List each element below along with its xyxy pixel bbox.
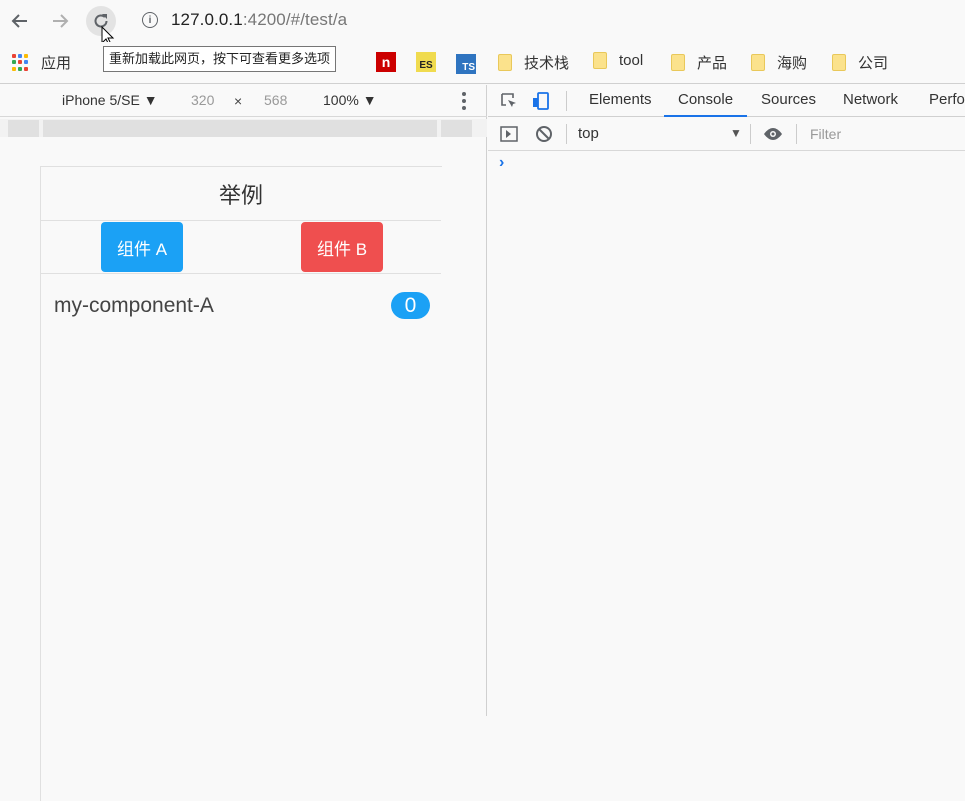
toolbar-separator bbox=[796, 124, 797, 144]
address-bar[interactable]: 127.0.0.1:4200/#/test/a bbox=[171, 10, 347, 30]
ruler-segment[interactable] bbox=[8, 120, 39, 137]
es-logo-icon: ES bbox=[416, 52, 436, 72]
n-logo-icon: n bbox=[376, 52, 396, 72]
bookmark-folder-tool[interactable]: tool bbox=[593, 52, 643, 69]
emulated-viewport: 举例 组件 A 组件 B my-component-A 0 bbox=[40, 166, 442, 801]
folder-icon bbox=[498, 54, 512, 71]
more-options-icon[interactable] bbox=[462, 92, 466, 110]
dimension-separator: × bbox=[234, 93, 243, 109]
device-emulator-pane: iPhone 5/SE ▼ 320 × 568 100% ▼ 举例 组件 A 组… bbox=[0, 85, 487, 801]
tab-elements[interactable]: Elements bbox=[589, 91, 652, 108]
bookmark-ts[interactable]: TS bbox=[456, 54, 476, 74]
devtools-tab-bar: Elements Console Sources Network Perfo bbox=[488, 85, 965, 117]
tab-console[interactable]: Console bbox=[663, 91, 748, 117]
toolbar-separator bbox=[566, 124, 567, 144]
bookmark-folder-chanpin[interactable]: 产品 bbox=[671, 52, 727, 73]
folder-icon bbox=[593, 52, 607, 69]
page-title: 举例 bbox=[41, 167, 441, 221]
count-badge: 0 bbox=[391, 292, 430, 319]
device-height-input[interactable]: 568 bbox=[264, 92, 287, 108]
component-label: my-component-A bbox=[54, 294, 214, 317]
site-info-icon[interactable]: i bbox=[142, 12, 158, 28]
folder-icon bbox=[751, 54, 765, 71]
tab-sources[interactable]: Sources bbox=[761, 91, 816, 108]
folder-icon bbox=[832, 54, 846, 71]
context-select[interactable]: top bbox=[578, 125, 599, 142]
console-toolbar: top ▼ Filter bbox=[488, 117, 965, 151]
reload-tooltip: 重新加载此网页，按下可查看更多选项 bbox=[103, 46, 337, 72]
url-host: 127.0.0.1 bbox=[171, 10, 243, 29]
apps-grid-icon bbox=[12, 53, 30, 72]
ruler-segment[interactable] bbox=[43, 120, 437, 137]
ruler-segment[interactable] bbox=[441, 120, 472, 137]
bookmark-label: 产品 bbox=[697, 55, 728, 72]
bookmark-folder-haigou[interactable]: 海购 bbox=[751, 52, 807, 73]
bookmark-es[interactable]: ES bbox=[416, 52, 436, 72]
device-toggle-icon[interactable] bbox=[531, 91, 551, 111]
media-query-ruler[interactable] bbox=[0, 119, 487, 137]
device-width-input[interactable]: 320 bbox=[191, 92, 214, 108]
chevron-down-icon[interactable]: ▼ bbox=[730, 126, 742, 140]
tab-separator bbox=[566, 91, 567, 111]
tab-performance[interactable]: Perfo bbox=[929, 91, 965, 108]
back-arrow-icon[interactable] bbox=[5, 6, 35, 36]
bookmark-label: 公司 bbox=[858, 55, 889, 72]
clear-console-icon[interactable] bbox=[534, 124, 554, 144]
bookmark-label: tool bbox=[619, 52, 644, 69]
live-expression-eye-icon[interactable] bbox=[763, 124, 783, 144]
bookmark-apps-label: 应用 bbox=[41, 55, 72, 72]
bookmark-folder-jishuzhan[interactable]: 技术栈 bbox=[498, 52, 569, 73]
bookmark-n[interactable]: n bbox=[376, 52, 396, 72]
zoom-select[interactable]: 100% ▼ bbox=[323, 92, 377, 108]
component-a-button[interactable]: 组件 A bbox=[101, 222, 183, 272]
ts-logo-icon: TS bbox=[456, 54, 476, 74]
devtools-pane: Elements Console Sources Network Perfo t… bbox=[488, 85, 965, 716]
browser-toolbar: i 127.0.0.1:4200/#/test/a bbox=[0, 0, 965, 46]
bookmark-label: 海购 bbox=[777, 55, 808, 72]
tab-network[interactable]: Network bbox=[843, 91, 898, 108]
url-path: :4200/#/test/a bbox=[242, 10, 348, 29]
folder-icon bbox=[671, 54, 685, 71]
component-row: my-component-A 0 bbox=[41, 275, 441, 339]
toolbar-separator bbox=[750, 124, 751, 144]
device-select[interactable]: iPhone 5/SE ▼ bbox=[62, 92, 158, 108]
bookmark-folder-gongsi[interactable]: 公司 bbox=[832, 52, 888, 73]
forward-arrow-icon[interactable] bbox=[45, 6, 75, 36]
inspect-element-icon[interactable] bbox=[499, 91, 519, 111]
bookmark-apps[interactable]: 应用 bbox=[12, 52, 71, 73]
bookmark-label: 技术栈 bbox=[524, 55, 570, 72]
component-b-button[interactable]: 组件 B bbox=[301, 222, 383, 272]
sidebar-toggle-icon[interactable] bbox=[499, 124, 519, 144]
console-prompt[interactable]: › bbox=[499, 154, 504, 172]
device-toolbar: iPhone 5/SE ▼ 320 × 568 100% ▼ bbox=[0, 85, 487, 117]
component-button-row: 组件 A 组件 B bbox=[41, 221, 441, 274]
console-filter-input[interactable]: Filter bbox=[810, 126, 841, 142]
